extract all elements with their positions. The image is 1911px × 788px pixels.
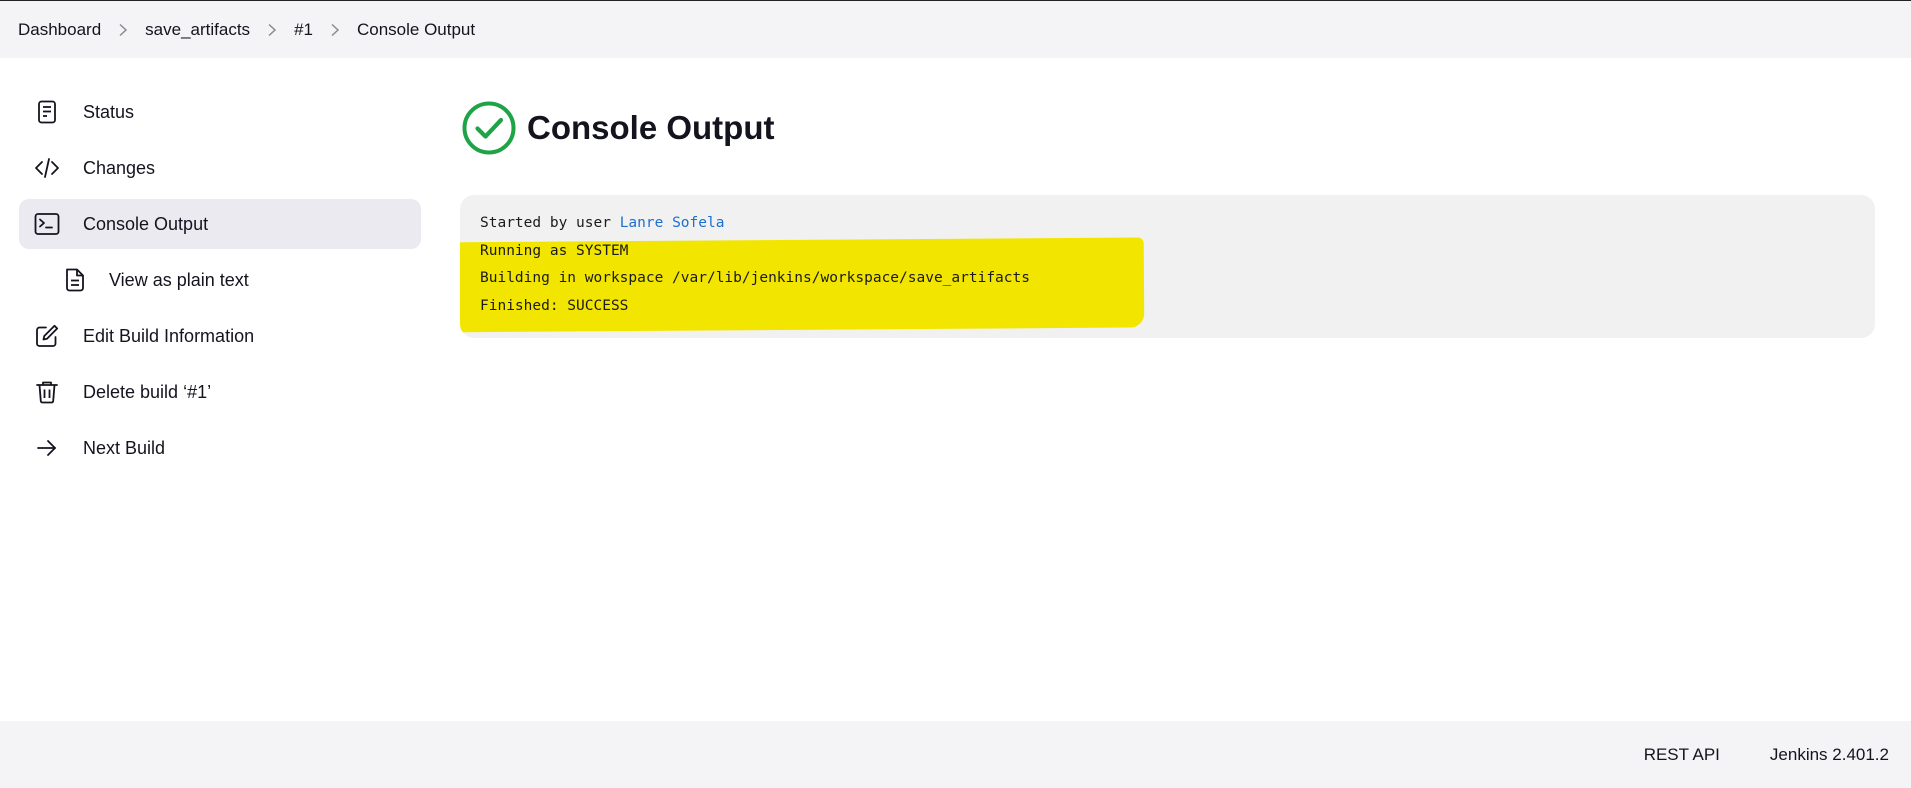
breadcrumb-console-output[interactable]: Console Output	[357, 20, 475, 40]
sidebar-item-label: Delete build ‘#1’	[83, 381, 212, 402]
sidebar-item-label: Console Output	[83, 213, 209, 234]
user-link[interactable]: Lanre Sofela	[620, 215, 725, 231]
console-log: Started by user Lanre Sofela Running as …	[460, 195, 1875, 320]
console-line: Running as SYSTEM	[480, 242, 629, 259]
sidebar-item-edit-build-information[interactable]: Edit Build Information	[19, 311, 421, 361]
breadcrumb: Dashboard save_artifacts #1 Console Outp…	[0, 1, 1911, 58]
console-line: Finished: SUCCESS	[480, 297, 629, 314]
sidebar: Status Changes Console Output View as pl…	[19, 87, 421, 479]
breadcrumb-build[interactable]: #1	[294, 20, 313, 40]
chevron-right-icon	[313, 23, 357, 37]
main-content: Console Output	[460, 100, 1876, 156]
arrow-right-icon	[33, 434, 61, 462]
sidebar-item-status[interactable]: Status	[19, 87, 421, 137]
sidebar-item-changes[interactable]: Changes	[19, 143, 421, 193]
chevron-right-icon	[101, 23, 145, 37]
console-line: Started by user	[480, 215, 620, 231]
file-text-icon	[61, 266, 89, 294]
sidebar-item-label: View as plain text	[109, 269, 249, 290]
sidebar-item-view-plain-text[interactable]: View as plain text	[19, 255, 421, 305]
breadcrumb-dashboard[interactable]: Dashboard	[18, 20, 101, 40]
sidebar-item-label: Edit Build Information	[83, 325, 255, 346]
page-header: Console Output	[462, 100, 1876, 156]
trash-icon	[33, 378, 61, 406]
sidebar-item-console-output[interactable]: Console Output	[19, 199, 421, 249]
console-output-box: Started by user Lanre Sofela Running as …	[460, 195, 1875, 338]
sidebar-item-delete-build[interactable]: Delete build ‘#1’	[19, 367, 421, 417]
sidebar-item-label: Status	[83, 101, 135, 122]
success-check-icon	[462, 101, 516, 155]
page-title: Console Output	[527, 109, 775, 146]
sidebar-item-label: Changes	[83, 157, 156, 178]
jenkins-version-link[interactable]: Jenkins 2.401.2	[1770, 745, 1889, 765]
footer: REST API Jenkins 2.401.2	[0, 721, 1911, 788]
console-line: Building in workspace /var/lib/jenkins/w…	[480, 270, 1030, 286]
breadcrumb-job[interactable]: save_artifacts	[145, 20, 250, 40]
edit-icon	[33, 322, 61, 350]
sidebar-item-next-build[interactable]: Next Build	[19, 423, 421, 473]
code-icon	[33, 154, 61, 182]
rest-api-link[interactable]: REST API	[1644, 745, 1720, 765]
document-icon	[33, 98, 61, 126]
terminal-icon	[33, 210, 61, 238]
sidebar-item-label: Next Build	[83, 437, 166, 458]
chevron-right-icon	[250, 23, 294, 37]
